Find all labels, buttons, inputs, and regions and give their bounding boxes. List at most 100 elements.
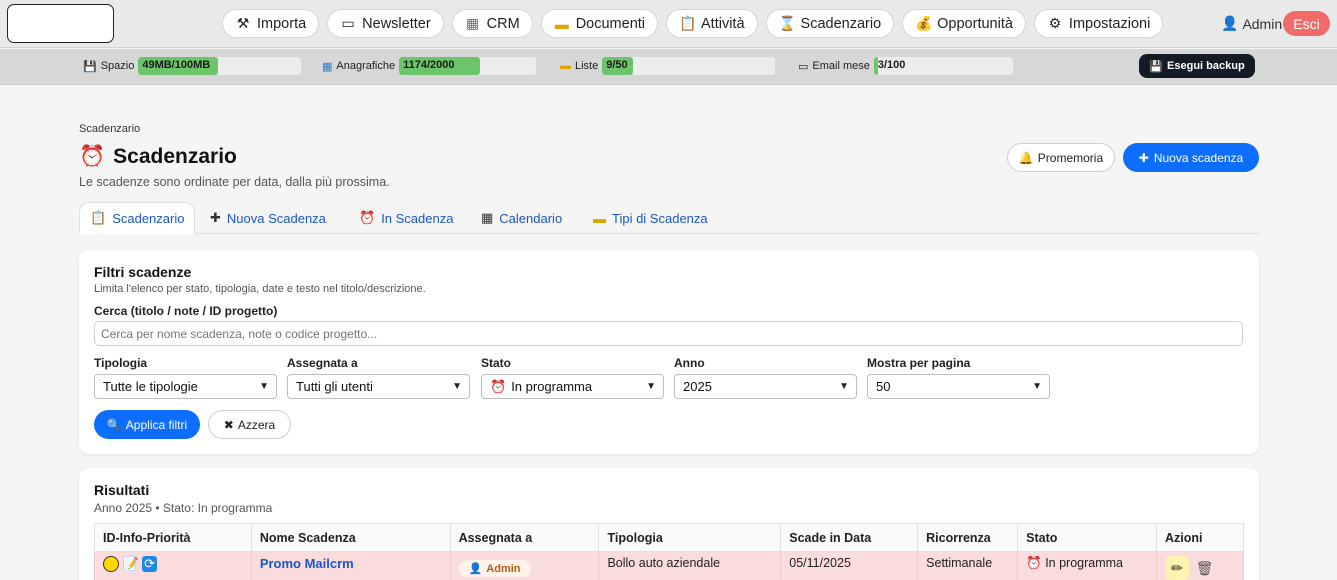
stato-label: Stato bbox=[481, 356, 511, 370]
user-icon: 👤 bbox=[1221, 15, 1239, 31]
stato-select[interactable]: ⏰ In programma ▼ bbox=[481, 374, 664, 399]
filters-subtitle: Limita l'elenco per stato, tipologia, da… bbox=[94, 283, 426, 295]
gear-icon: ⚙ bbox=[1048, 15, 1062, 31]
nav-impostazioni[interactable]: ⚙ Impostazioni bbox=[1033, 9, 1164, 38]
quota-track: 3/100 bbox=[873, 57, 1013, 75]
assigned-badge: 👤 Admin bbox=[458, 560, 531, 577]
col-id[interactable]: ID-Info-Priorità bbox=[94, 523, 252, 552]
table-row: 📝 ⟳ Promo Mailcrm 👤 Admin Bollo auto azie… bbox=[94, 551, 1244, 580]
quota-liste: ▬ Liste 9/50 bbox=[560, 57, 776, 75]
bell-icon: 🔔 bbox=[1018, 150, 1034, 165]
envelope-icon: ▭ bbox=[341, 15, 355, 31]
row-recurrence-cell: Settimanale bbox=[917, 551, 1019, 580]
search-label: Cerca (titolo / note / ID progetto) bbox=[94, 304, 278, 318]
tab-scadenzario[interactable]: 📋 Scadenzario bbox=[79, 202, 196, 234]
tab-in-scadenza[interactable]: ⏰ In Scadenza bbox=[359, 202, 453, 234]
col-type[interactable]: Tipologia bbox=[598, 523, 782, 552]
filters-title: Filtri scadenze bbox=[94, 264, 192, 280]
alarm-clock-icon: ⏰ bbox=[79, 145, 106, 168]
tipologia-select[interactable]: Tutte le tipologie ▼ bbox=[94, 374, 277, 399]
tab-nuova-scadenza[interactable]: ✚ Nuova Scadenza bbox=[210, 202, 326, 234]
row-due-cell: 05/11/2025 bbox=[780, 551, 919, 580]
reset-filters-button[interactable]: ✖ Azzera bbox=[208, 410, 291, 439]
priority-circle-icon bbox=[103, 556, 119, 572]
chevron-down-icon: ▼ bbox=[1032, 381, 1042, 392]
disk-icon: 💾 bbox=[83, 60, 97, 73]
folder-icon: ▬ bbox=[554, 15, 569, 32]
results-table: ID-Info-Priorità Nome Scadenza Assegnata… bbox=[94, 523, 1244, 580]
building-icon: ▦ bbox=[466, 15, 480, 31]
nav-opportunita[interactable]: 💰 Opportunità bbox=[902, 9, 1026, 38]
quota-spazio: 💾 Spazio 49MB/100MB bbox=[83, 57, 302, 75]
col-assigned[interactable]: Assegnata a bbox=[449, 523, 600, 552]
assegnata-label: Assegnata a bbox=[287, 356, 358, 370]
clipboard-icon: 📋 bbox=[679, 15, 697, 31]
search-input[interactable] bbox=[94, 321, 1243, 346]
col-status[interactable]: Stato bbox=[1017, 523, 1158, 552]
row-name-cell[interactable]: Promo Mailcrm bbox=[250, 551, 451, 580]
quota-track: 49MB/100MB bbox=[138, 57, 302, 75]
nav-documenti[interactable]: ▬ Documenti bbox=[540, 9, 659, 38]
nav-attivita[interactable]: 📋 Attività bbox=[666, 9, 758, 38]
assegnata-select[interactable]: Tutti gli utenti ▼ bbox=[287, 374, 470, 399]
quota-track: 1174/2000 bbox=[399, 57, 537, 75]
reminder-button[interactable]: 🔔 Promemoria bbox=[1007, 143, 1115, 172]
results-subtitle: Anno 2025 • Stato: In programma bbox=[94, 501, 273, 515]
col-actions: Azioni bbox=[1156, 523, 1244, 552]
user-info: 👤 Admin bbox=[1221, 15, 1283, 32]
per-page-select[interactable]: 50 ▼ bbox=[867, 374, 1050, 399]
note-icon[interactable]: 📝 bbox=[122, 556, 138, 572]
logo[interactable] bbox=[7, 4, 114, 43]
results-title: Risultati bbox=[94, 482, 150, 498]
folder-icon: ▬ bbox=[560, 60, 571, 72]
new-deadline-button[interactable]: ✚ Nuova scadenza bbox=[1123, 143, 1259, 172]
moneybag-icon: 💰 bbox=[915, 15, 933, 31]
tab-calendario[interactable]: ▦ Calendario bbox=[481, 202, 562, 234]
results-card: Risultati Anno 2025 • Stato: In programm… bbox=[79, 468, 1259, 580]
calendar-icon: ▦ bbox=[481, 210, 494, 225]
anno-select[interactable]: 2025 ▼ bbox=[674, 374, 857, 399]
backup-button[interactable]: 💾 Esegui backup bbox=[1139, 54, 1255, 78]
col-name[interactable]: Nome Scadenza bbox=[250, 523, 451, 552]
search-icon: 🔍 bbox=[106, 417, 122, 432]
envelope-icon: ▭ bbox=[798, 60, 809, 73]
chevron-down-icon: ▼ bbox=[839, 381, 849, 392]
row-actions-cell: ✏ 🗑 bbox=[1156, 551, 1244, 580]
folder-icon: ▬ bbox=[593, 210, 606, 226]
alarm-clock-icon: ⏰ bbox=[1026, 556, 1042, 570]
chevron-down-icon: ▼ bbox=[646, 381, 656, 392]
apply-filters-button[interactable]: 🔍 Applica filtri bbox=[94, 410, 200, 439]
disk-icon: 💾 bbox=[1149, 60, 1164, 73]
alarm-clock-icon: ⏰ bbox=[490, 378, 507, 394]
hourglass-icon: ⌛ bbox=[778, 15, 796, 31]
building-icon: ▦ bbox=[322, 60, 333, 73]
chevron-down-icon: ▼ bbox=[452, 381, 462, 392]
pencil-icon[interactable]: ✏ bbox=[1165, 556, 1190, 580]
user-icon: 👤 bbox=[468, 563, 483, 575]
col-due[interactable]: Scade in Data bbox=[780, 523, 919, 552]
deadline-name-link[interactable]: Promo Mailcrm bbox=[260, 556, 354, 571]
repeat-icon[interactable]: ⟳ bbox=[142, 556, 158, 572]
nav-scadenzario[interactable]: ⌛ Scadenzario bbox=[765, 9, 895, 38]
quota-track: 9/50 bbox=[602, 57, 776, 75]
nav-newsletter[interactable]: ▭ Newsletter bbox=[327, 9, 444, 38]
nav-crm[interactable]: ▦ CRM bbox=[451, 9, 533, 38]
plus-icon: ✚ bbox=[1138, 150, 1149, 165]
logout-button[interactable]: Esci bbox=[1283, 11, 1330, 36]
tab-tipi-scadenza[interactable]: ▬ Tipi di Scadenza bbox=[593, 202, 708, 234]
trash-icon[interactable]: 🗑 bbox=[1193, 556, 1217, 580]
alarm-clock-icon: ⏰ bbox=[359, 210, 376, 225]
plus-icon: ✚ bbox=[210, 210, 221, 225]
row-status-cell: ⏰ In programma bbox=[1017, 551, 1158, 580]
quota-email: ▭ Email mese 3/100 bbox=[798, 57, 1013, 75]
per-page-label: Mostra per pagina bbox=[867, 356, 971, 370]
col-recurrence[interactable]: Ricorrenza bbox=[917, 523, 1019, 552]
row-info-cell: 📝 ⟳ bbox=[94, 551, 252, 580]
page-title: ⏰ Scadenzario bbox=[79, 145, 237, 168]
row-assigned-cell: 👤 Admin bbox=[449, 551, 600, 580]
tabs: 📋 Scadenzario ✚ Nuova Scadenza ⏰ In Scadenz… bbox=[79, 202, 1259, 234]
nav-importa[interactable]: ⚒ Importa bbox=[222, 9, 320, 38]
table-header-row: ID-Info-Priorità Nome Scadenza Assegnata… bbox=[94, 523, 1244, 552]
row-type-cell: Bollo auto aziendale bbox=[598, 551, 782, 580]
filters-card: Filtri scadenze Limita l'elenco per stat… bbox=[79, 250, 1259, 454]
